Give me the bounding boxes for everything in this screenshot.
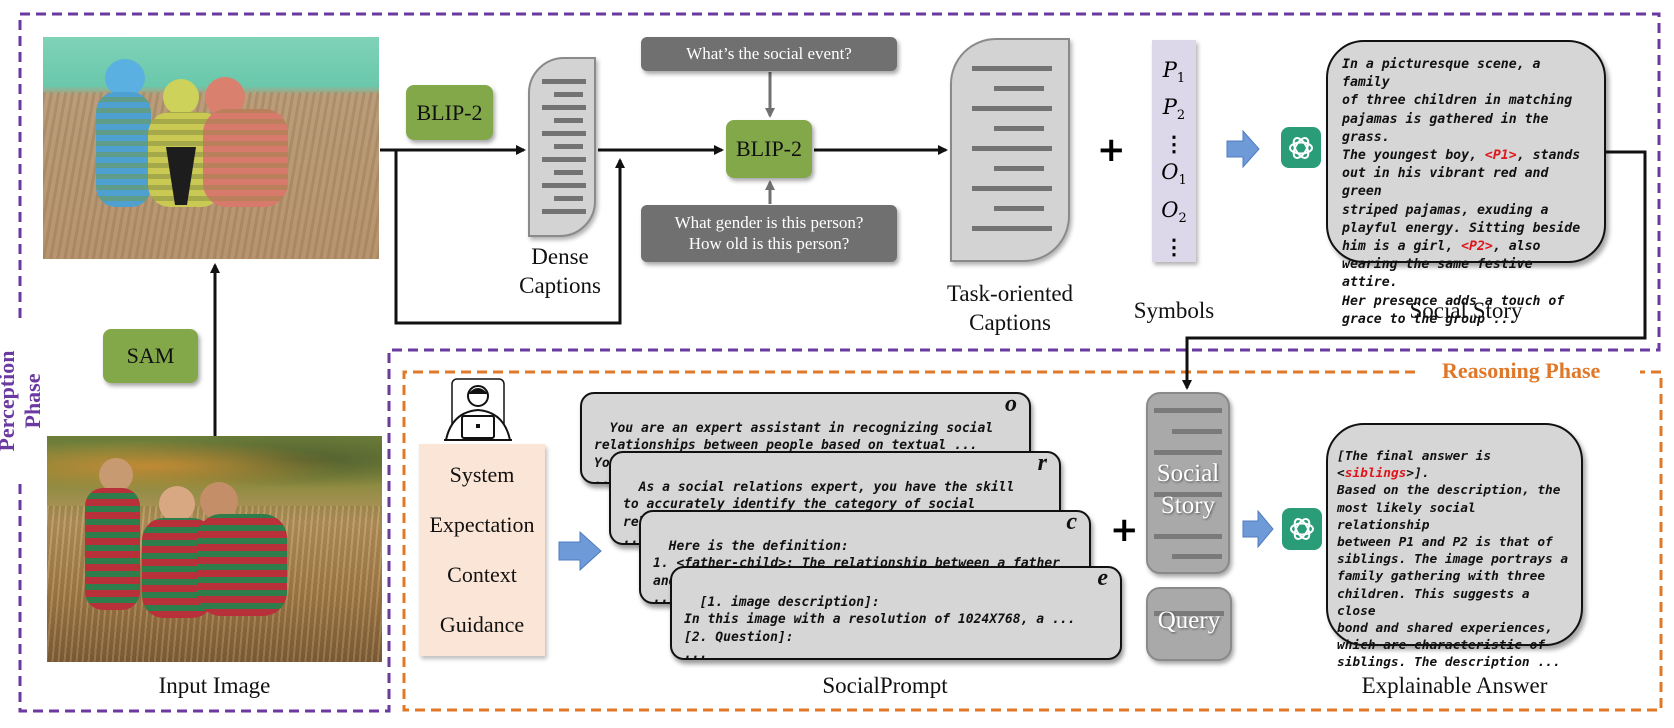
openai-knot-icon (1289, 136, 1313, 159)
answer-line: siblings. The description ... (1337, 655, 1561, 671)
person-tag-p2: <P2> (1461, 239, 1493, 255)
component-system: System (449, 462, 515, 487)
segment-child-2-head (163, 79, 199, 115)
chatgpt-logo-icon (1281, 127, 1321, 168)
person-tag-p1: <P1> (1484, 148, 1517, 164)
prompt-card-guidance: [1. image description]: In this image wi… (670, 566, 1122, 660)
plus-icon: + (1110, 510, 1139, 550)
social-story-text-box: In a picturesque scene, a family of thre… (1326, 40, 1606, 327)
symbol-ellipsis: ⋮ (1163, 131, 1185, 157)
card-letter: o (1005, 392, 1017, 417)
answer-line: children. This suggests a close (1337, 586, 1530, 619)
person-attribute-questions: What gender is this person? How old is t… (641, 205, 897, 262)
task-captions-document-icon (950, 38, 1070, 262)
gender-question: What gender is this person? (674, 213, 864, 233)
openai-knot-icon (1290, 518, 1314, 540)
age-question: How old is this person? (688, 233, 850, 253)
answer-line: which are characteristic of (1337, 638, 1546, 654)
answer-line: siblings. The image portrays a (1337, 552, 1569, 568)
symbol-ellipsis: ⋮ (1163, 233, 1185, 259)
story-line: of three children in matching (1342, 93, 1573, 109)
child-1-head (99, 458, 133, 492)
answer-line: [The final answer is <siblings>]. (1337, 449, 1492, 482)
story-line: The youngest boy, <P1>, stands (1342, 148, 1581, 164)
segment-child-3 (203, 109, 288, 207)
segmented-image (43, 37, 379, 259)
social-story-label: Social Story (1409, 298, 1523, 323)
flow-arrow-icon (558, 531, 602, 571)
segment-child-1 (96, 92, 151, 207)
blip2-dense-caption-model: BLIP-2 (406, 85, 493, 140)
query-input-block: Query (1146, 587, 1232, 661)
answer-line: most likely social relationship (1337, 500, 1476, 533)
story-line: striped pajamas, exuding a (1342, 202, 1549, 218)
flow-arrow-icon (1242, 510, 1274, 548)
task-captions-label: Task-oriented Captions (946, 281, 1074, 335)
symbols-list: P1 P2 ⋮ O1 O2 ⋮ (1152, 40, 1196, 262)
symbol-o2: O2 (1161, 197, 1187, 226)
answer-line: family gathering with three (1337, 569, 1546, 585)
story-line: wearing the same festive attire. (1342, 257, 1533, 291)
symbols-label: Symbols (1133, 298, 1215, 323)
answer-tag: siblings (1344, 466, 1407, 482)
explainable-answer-text-box: [The final answer is <siblings>]. Based … (1326, 423, 1583, 670)
story-line: playful energy. Sitting beside (1342, 220, 1581, 236)
answer-line: bond and shared experiences, (1337, 621, 1553, 637)
component-guidance: Guidance (439, 612, 525, 637)
blip2-vqa-model: BLIP-2 (726, 120, 812, 178)
input-image (47, 436, 382, 662)
story-line: In a picturesque scene, a family (1342, 57, 1541, 91)
symbol-o1: O1 (1161, 160, 1187, 189)
query-block-label: Query (1157, 607, 1221, 634)
flow-arrow-icon (1226, 130, 1260, 168)
perception-phase-title: Perception Phase (0, 321, 46, 481)
social-event-question: What’s the social event? (641, 37, 897, 71)
user-at-laptop-icon (444, 378, 512, 441)
story-line: him is a girl, <P2>, also (1342, 239, 1541, 255)
child-1 (85, 488, 140, 610)
symbol-p1: P1 (1162, 58, 1186, 87)
reasoning-phase-title: Reasoning Phase (1436, 358, 1607, 384)
sam-model-box: SAM (103, 329, 198, 383)
component-context: Context (447, 562, 517, 587)
dense-captions-document-icon (528, 57, 596, 237)
child-2-head (159, 486, 195, 522)
explainable-answer-label: Explainable Answer (1361, 673, 1548, 698)
card-text: [1. image description]: In this image wi… (684, 594, 1076, 660)
story-line: pajamas is gathered in the grass. (1342, 111, 1549, 145)
card-letter: c (1066, 510, 1077, 535)
input-image-label: Input Image (158, 673, 271, 698)
child-3 (197, 514, 287, 616)
card-letter: e (1097, 566, 1108, 591)
symbol-p2: P2 (1162, 95, 1186, 124)
story-line: out in his vibrant red and green (1342, 166, 1549, 200)
chatgpt-logo-icon (1282, 508, 1322, 550)
card-letter: r (1037, 451, 1047, 476)
answer-line: Based on the description, the (1337, 483, 1561, 499)
social-prompt-label: SocialPrompt (822, 673, 948, 698)
social-story-input-block: Social Story (1146, 392, 1230, 574)
social-story-block-label: Social Story (1156, 460, 1220, 519)
answer-line: between P1 and P2 is that of (1337, 535, 1553, 551)
component-expectation: Expectation (429, 512, 535, 537)
plus-icon: + (1097, 130, 1126, 170)
prompt-components-box: System Expectation Context Guidance (419, 444, 545, 656)
dense-captions-label: Dense Captions (519, 244, 601, 298)
